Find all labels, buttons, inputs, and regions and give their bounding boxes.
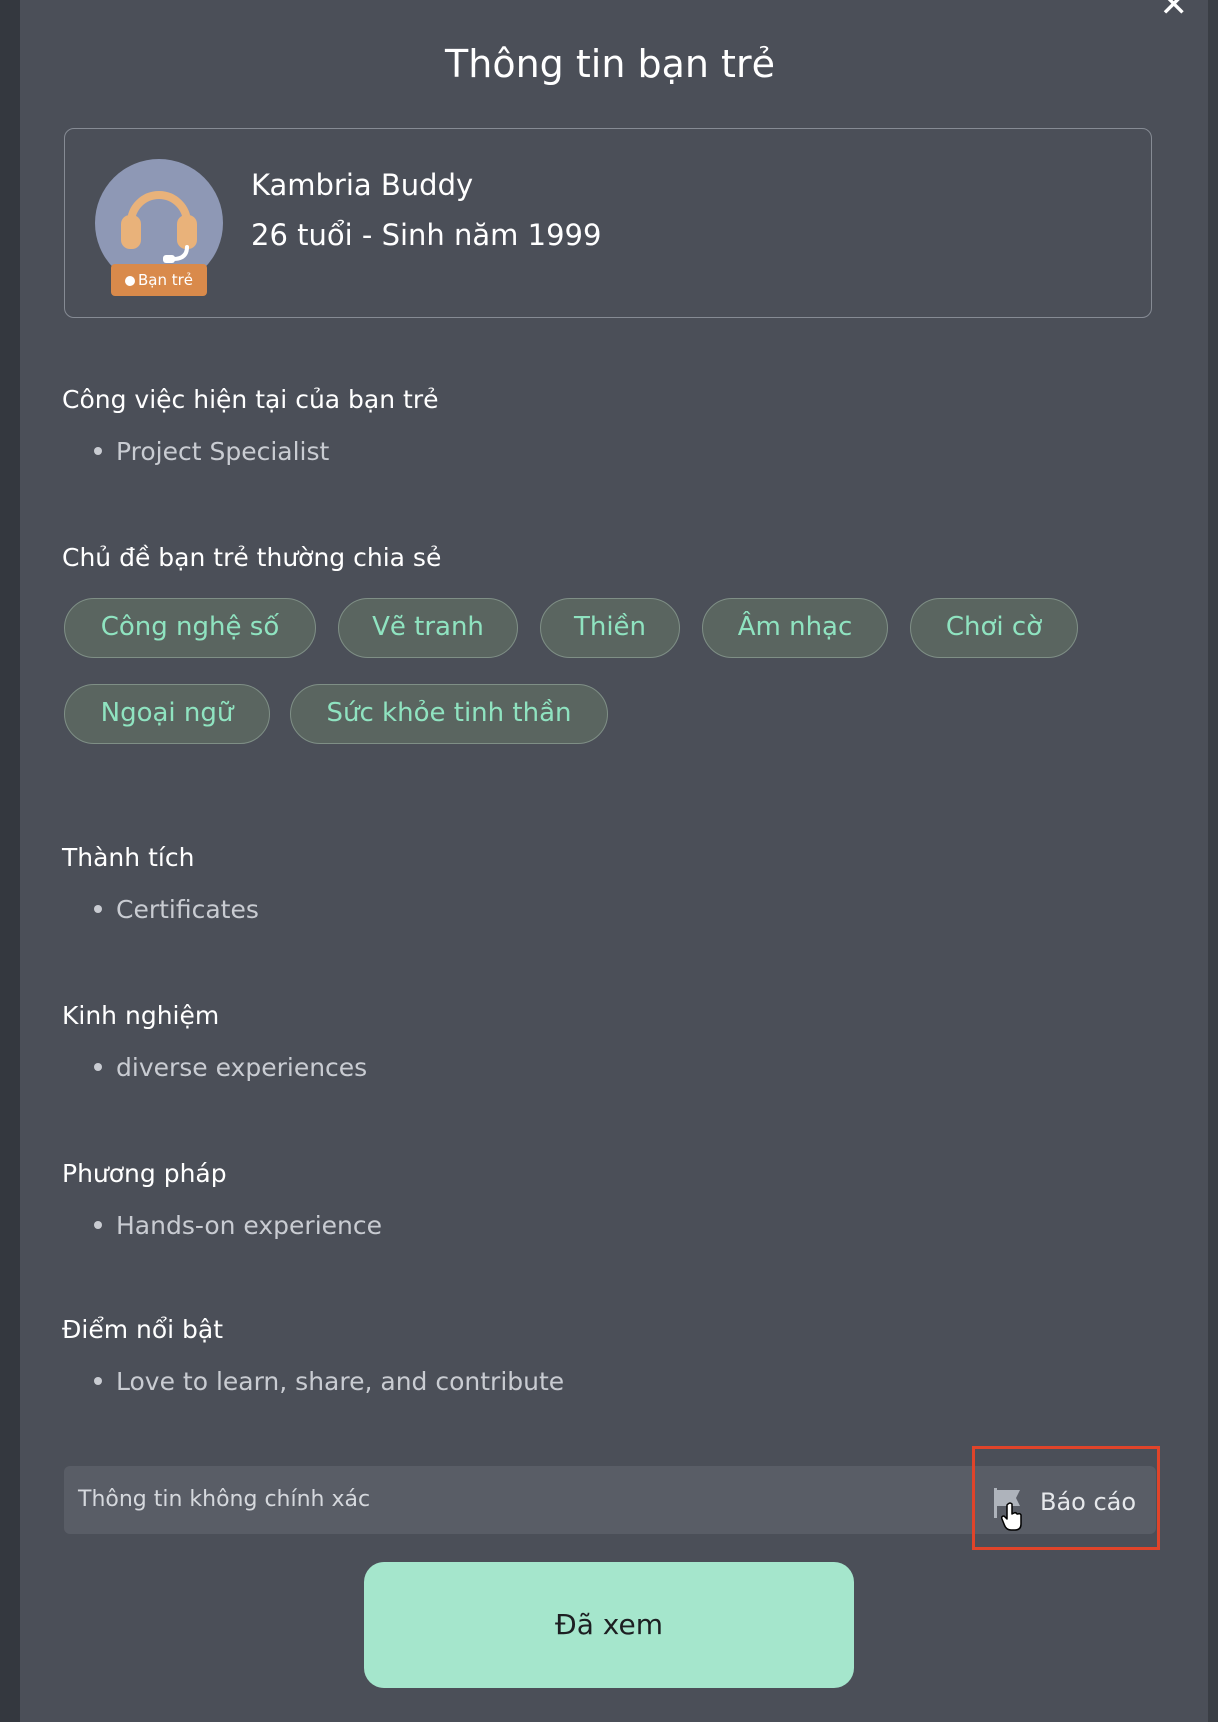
topic-tag[interactable]: Vẽ tranh [338,598,518,658]
experience-item-text: diverse experiences [116,1053,368,1082]
experience-item: diverse experiences [94,1050,367,1086]
report-highlight-box [972,1446,1160,1550]
topics-heading: Chủ đề bạn trẻ thường chia sẻ [62,543,442,572]
report-text: Thông tin không chính xác [78,1487,371,1512]
bullet-icon [94,1377,102,1385]
profile-age: 26 tuổi - Sinh năm 1999 [251,218,602,252]
method-heading: Phương pháp [62,1159,227,1188]
highlights-heading: Điểm nổi bật [62,1315,224,1344]
profile-card: Bạn trẻ Kambria Buddy 26 tuổi - Sinh năm… [64,128,1152,318]
highlights-item: Love to learn, share, and contribute [94,1364,564,1400]
job-heading: Công việc hiện tại của bạn trẻ [62,385,439,414]
achievements-item-text: Certificates [116,895,259,924]
topic-tag[interactable]: Sức khỏe tinh thần [290,684,608,744]
bullet-icon [94,447,102,455]
hand-cursor-icon [1001,1502,1022,1531]
badge-label: Bạn trẻ [137,271,194,289]
profile-modal: ✕ Thông tin bạn trẻ Bạn trẻ Kambria Budd… [20,0,1208,1722]
topic-tag[interactable]: Công nghệ số [64,598,316,658]
topic-tag[interactable]: Chơi cờ [910,598,1078,658]
badge-dot-icon [124,276,135,286]
topic-tag[interactable]: Thiền [540,598,680,658]
job-item-text: Project Specialist [116,437,330,466]
backdrop-right [1208,0,1218,1722]
achievements-item: Certificates [94,892,259,928]
modal-title: Thông tin bạn trẻ [445,42,775,86]
profile-name: Kambria Buddy [251,168,474,202]
bullet-icon [94,905,102,913]
method-item-text: Hands-on experience [116,1211,382,1240]
experience-heading: Kinh nghiệm [62,1001,220,1030]
seen-button[interactable]: Đã xem [364,1562,854,1688]
highlights-item-text: Love to learn, share, and contribute [116,1367,565,1396]
bullet-icon [94,1063,102,1071]
backdrop-left [0,0,20,1722]
topic-tag[interactable]: Ngoại ngữ [64,684,270,744]
method-item: Hands-on experience [94,1208,382,1244]
topic-tag[interactable]: Âm nhạc [702,598,888,658]
status-badge: Bạn trẻ [111,264,207,296]
achievements-heading: Thành tích [62,843,195,872]
close-icon[interactable]: ✕ [1160,0,1189,22]
job-item: Project Specialist [94,434,329,470]
bullet-icon [94,1221,102,1229]
